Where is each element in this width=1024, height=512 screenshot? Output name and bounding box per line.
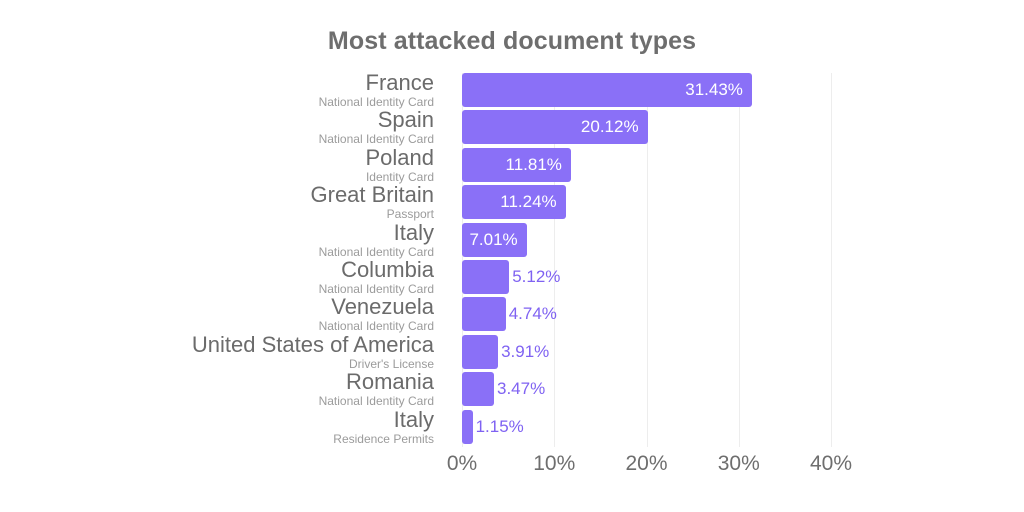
gridline — [831, 73, 832, 447]
bar-row[interactable]: 31.43% — [462, 73, 831, 107]
bar-value-label: 3.47% — [497, 379, 546, 399]
category-sublabel: National Identity Card — [318, 95, 434, 109]
bar-value-label: 11.81% — [505, 154, 562, 174]
category-label: Great Britain Passport — [0, 182, 448, 222]
category-name: Romania — [345, 369, 434, 395]
category-label: Columbia National Identity Card — [0, 257, 448, 297]
bar-row[interactable]: 11.81% — [462, 147, 831, 182]
category-label: Italy National Identity Card — [0, 219, 448, 259]
category-axis-labels: France National Identity Card Spain Nationa… — [0, 70, 448, 447]
category-name: Spain — [377, 107, 434, 133]
category-label: France National Identity Card — [0, 70, 448, 110]
bar-value-label: 5.12% — [512, 267, 561, 286]
category-name: Italy — [393, 219, 434, 245]
category-label: Venezuela National Identity Card — [0, 294, 448, 334]
bar[interactable] — [462, 297, 506, 332]
category-name: France — [365, 70, 434, 95]
category-name: Columbia — [341, 257, 434, 282]
bar-value-label: 3.91% — [501, 341, 550, 361]
bar-value-label: 11.24% — [500, 192, 557, 212]
bar[interactable] — [462, 409, 473, 444]
bar-value-label: 1.15% — [475, 416, 524, 436]
bar-row[interactable]: 20.12% — [462, 110, 831, 145]
plot-area: 31.43% 20.12% 11.81% 11.24% 7.01% 5.12% 4.74% 3… — [462, 73, 832, 447]
category-name: Poland — [365, 144, 434, 170]
bar-value-label: 4.74% — [508, 304, 557, 324]
bar-series: 31.43% 20.12% 11.81% 11.24% 7.01% 5.12% 4.74% 3… — [462, 73, 831, 447]
bar-value-label: 20.12% — [580, 117, 639, 137]
category-name: Venezuela — [331, 294, 434, 320]
x-tick-label: 0% — [446, 452, 478, 475]
category-label: Poland Identity Card — [0, 144, 448, 184]
category-sublabel: Passport — [386, 207, 434, 222]
bar-row[interactable]: 3.91% — [462, 334, 831, 369]
category-name: United States of America — [191, 331, 434, 357]
x-tick-label: 40% — [809, 452, 853, 475]
category-sublabel: National Identity Card — [318, 394, 434, 409]
bar-row[interactable]: 7.01% — [462, 222, 831, 257]
bar-row[interactable]: 5.12% — [462, 260, 831, 294]
category-label: Italy Residence Permits — [0, 406, 448, 446]
bar-row[interactable]: 11.24% — [462, 185, 831, 220]
x-tick-label: 10% — [533, 452, 576, 475]
bar-row[interactable]: 3.47% — [462, 372, 831, 407]
bar-row[interactable]: 1.15% — [462, 409, 831, 444]
chart-title: Most attacked document types — [327, 27, 697, 55]
x-tick-label: 20% — [625, 452, 668, 475]
x-tick-label: 30% — [717, 452, 760, 475]
category-label: United States of America Driver's License — [0, 331, 448, 371]
x-axis-tick-labels: 0% 10% 20% 30% 40% — [447, 452, 852, 482]
chart-container: Most attacked document types France Natio… — [0, 0, 1024, 512]
category-name: Great Britain — [310, 182, 435, 208]
bar-row[interactable]: 4.74% — [462, 297, 831, 332]
category-name: Italy — [393, 406, 434, 432]
category-label: Romania National Identity Card — [0, 369, 448, 409]
bar[interactable] — [462, 372, 494, 407]
bar-value-label: 7.01% — [469, 229, 518, 249]
bar-value-label: 31.43% — [685, 80, 743, 99]
bar[interactable] — [462, 260, 510, 294]
category-label: Spain National Identity Card — [0, 107, 448, 147]
category-sublabel: Residence Permits — [333, 431, 434, 446]
bar[interactable] — [462, 334, 499, 369]
